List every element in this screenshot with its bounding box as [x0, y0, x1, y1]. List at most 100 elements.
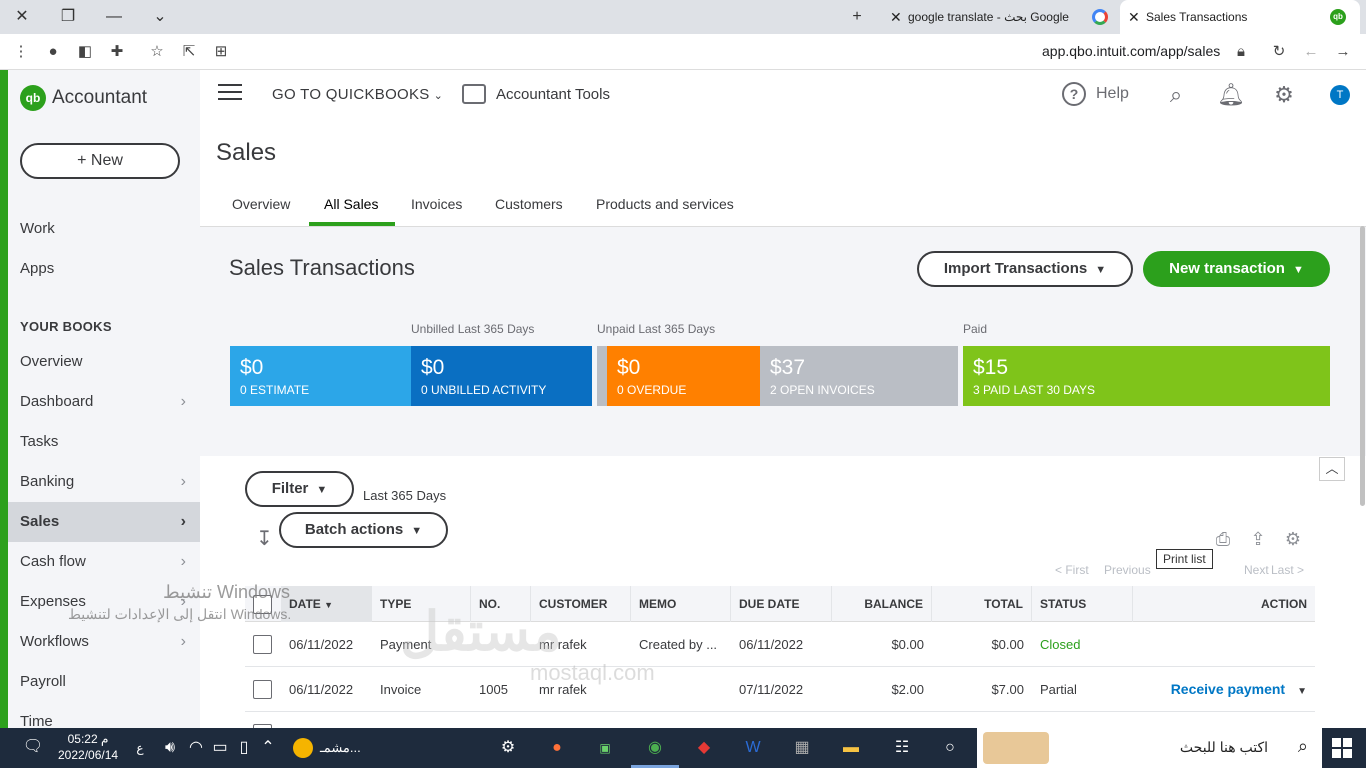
tab-invoices[interactable]: Invoices [411, 196, 462, 212]
notification-bell-icon[interactable]: 🔔︎ [1217, 82, 1245, 108]
windows-start-icon[interactable] [1332, 738, 1352, 758]
close-tab-icon[interactable]: ✕ [1128, 0, 1140, 34]
row-checkbox[interactable] [253, 635, 272, 654]
sort-arrow-icon[interactable]: ↧ [256, 526, 273, 551]
row-checkbox[interactable] [253, 680, 272, 699]
help-button[interactable]: ? Help [1062, 82, 1129, 106]
firefox-icon[interactable]: ● [545, 736, 569, 760]
battery-icon[interactable]: ▭ [208, 736, 232, 760]
tab-customers[interactable]: Customers [495, 196, 563, 212]
anydesk-icon[interactable]: ◆ [692, 736, 716, 760]
sidebar-item-time[interactable]: Time [8, 702, 200, 728]
tab-overview[interactable]: Overview [232, 196, 290, 212]
tab-products-and-services[interactable]: Products and services [596, 196, 734, 212]
new-button[interactable]: + New [20, 143, 180, 179]
pager-next[interactable]: Next [1244, 563, 1269, 577]
restore-window-icon[interactable]: ❐ [56, 5, 80, 29]
tab-all-sales[interactable]: All Sales [324, 196, 378, 212]
translate-icon[interactable]: ⊞ [210, 40, 232, 64]
input-language-indicator[interactable]: ع [128, 736, 152, 760]
profile-icon[interactable]: ● [42, 40, 64, 64]
qb-accountant-logo[interactable]: qb Accountant [20, 84, 147, 112]
money-bar-paid[interactable]: $15 3 PAID LAST 30 DAYS [963, 346, 1330, 406]
browser-tab-google-translate[interactable]: ✕ google translate - بحث Google [882, 0, 1116, 34]
file-explorer-icon[interactable]: ▬ [839, 736, 863, 760]
url-field[interactable]: app.qbo.intuit.com/app/sales [1042, 43, 1220, 59]
new-transaction-button[interactable]: New transaction ▼ [1143, 251, 1330, 287]
avatar[interactable]: T [1330, 85, 1350, 105]
hamburger-menu-icon[interactable] [218, 84, 242, 104]
show-hidden-icons-chevron-icon[interactable]: ⌃ [256, 736, 280, 760]
settings-gear-icon[interactable]: ⚙ [1282, 528, 1304, 550]
sidebar-item-overview[interactable]: Overview [8, 342, 200, 382]
column-header-date[interactable]: DATE ▼ [281, 586, 372, 622]
go-to-quickbooks-menu[interactable]: GO TO QUICKBOOKS ⌄ [272, 86, 443, 103]
wifi-icon[interactable]: ◠ [184, 736, 208, 760]
back-arrow-icon[interactable]: → [1332, 40, 1354, 64]
accountant-tools-button[interactable]: Accountant Tools [462, 84, 610, 104]
table-row[interactable] [245, 712, 1315, 743]
sidebar-item-work[interactable]: Work [8, 209, 200, 249]
volume-icon[interactable]: 🔊︎ [158, 736, 182, 760]
device-icon[interactable]: ▯ [232, 736, 256, 760]
browser-tab-sales-transactions[interactable]: ✕ Sales Transactions qb [1120, 0, 1360, 34]
sidebar-item-banking[interactable]: Banking › [8, 462, 200, 502]
sidebar-item-payroll[interactable]: Payroll [8, 662, 200, 702]
money-bar-overdue[interactable]: $0 0 OVERDUE [607, 346, 760, 406]
pager-first[interactable]: < First [1055, 563, 1089, 577]
tab-search-chevron-icon[interactable]: ⌄ [148, 5, 172, 29]
sidebar-item-dashboard[interactable]: Dashboard › [8, 382, 200, 422]
column-header-status[interactable]: STATUS [1032, 586, 1133, 622]
new-tab-plus-icon[interactable]: + [845, 5, 869, 29]
app-icon-kn[interactable]: ▣ [593, 736, 617, 760]
money-bar-unbilled[interactable]: $0 0 UNBILLED ACTIVITY [411, 346, 592, 406]
taskbar-clock[interactable]: 05:22 م 2022/06/14 [58, 731, 118, 763]
calculator-icon[interactable]: ▦ [790, 736, 814, 760]
page-scrollbar[interactable] [1359, 226, 1366, 506]
side-panel-icon[interactable]: ◧ [74, 40, 96, 64]
pager-last[interactable]: Last > [1271, 563, 1304, 577]
lock-icon[interactable]: 🔒︎ [1230, 40, 1252, 64]
close-tab-icon[interactable]: ✕ [890, 0, 902, 34]
column-header-due-date[interactable]: DUE DATE [731, 586, 832, 622]
import-transactions-button[interactable]: Import Transactions ▼ [917, 251, 1133, 287]
sidebar-item-workflows[interactable]: Workflows › [8, 622, 200, 662]
settings-gear-icon[interactable]: ⚙ [496, 736, 520, 760]
forward-arrow-icon[interactable]: ← [1300, 40, 1322, 64]
search-icon[interactable]: ⌕ [1163, 82, 1189, 108]
caret-down-icon[interactable]: ▼ [1297, 686, 1307, 697]
close-window-icon[interactable]: ✕ [10, 5, 34, 29]
receive-payment-action[interactable]: Receive payment ▼ [1133, 667, 1315, 712]
print-icon[interactable]: ⎙ [1212, 528, 1234, 550]
receive-payment-link[interactable]: Receive payment [1171, 681, 1285, 697]
share-icon[interactable]: ⇱ [178, 40, 200, 64]
settings-gear-icon[interactable]: ⚙ [1271, 82, 1297, 108]
money-bar-estimate[interactable]: $0 0 ESTIMATE [230, 346, 411, 406]
filter-button[interactable]: Filter ▼ [245, 471, 354, 507]
column-header-total[interactable]: TOTAL [932, 586, 1032, 622]
table-row[interactable]: 06/11/2022 Invoice 1005 mr rafek 07/11/2… [245, 667, 1315, 712]
weather-sun-icon[interactable] [293, 738, 313, 758]
bookmark-star-icon[interactable]: ☆ [146, 40, 168, 64]
minimize-window-icon[interactable]: — [102, 5, 126, 29]
sidebar-item-apps[interactable]: Apps [8, 249, 200, 289]
taskbar-search-box[interactable]: اكتب هنا للبحث ⌕ [977, 728, 1322, 768]
column-header-balance[interactable]: BALANCE [832, 586, 932, 622]
pager-previous[interactable]: Previous [1104, 563, 1151, 577]
reload-icon[interactable]: ↻ [1268, 40, 1290, 64]
task-view-icon[interactable]: ☷ [890, 736, 914, 760]
extensions-puzzle-icon[interactable]: ✚ [106, 40, 128, 64]
money-bar-open-invoices[interactable]: $37 2 OPEN INVOICES [760, 346, 958, 406]
chrome-icon[interactable]: ◉ [643, 736, 667, 760]
word-icon[interactable]: W [741, 736, 765, 760]
browser-menu-icon[interactable]: ⋮ [10, 40, 32, 64]
sidebar-item-tasks[interactable]: Tasks [8, 422, 200, 462]
batch-actions-button[interactable]: Batch actions ▼ [279, 512, 448, 548]
collapse-chevron-up-icon[interactable]: ︿ [1319, 457, 1345, 481]
sidebar-item-sales[interactable]: Sales › [8, 502, 200, 542]
weather-text[interactable]: مشمـ... [320, 740, 361, 756]
column-header-memo[interactable]: MEMO [631, 586, 731, 622]
cortana-circle-icon[interactable]: ○ [938, 736, 962, 760]
sidebar-item-cash-flow[interactable]: Cash flow › [8, 542, 200, 582]
export-icon[interactable]: ⇪ [1247, 528, 1269, 550]
